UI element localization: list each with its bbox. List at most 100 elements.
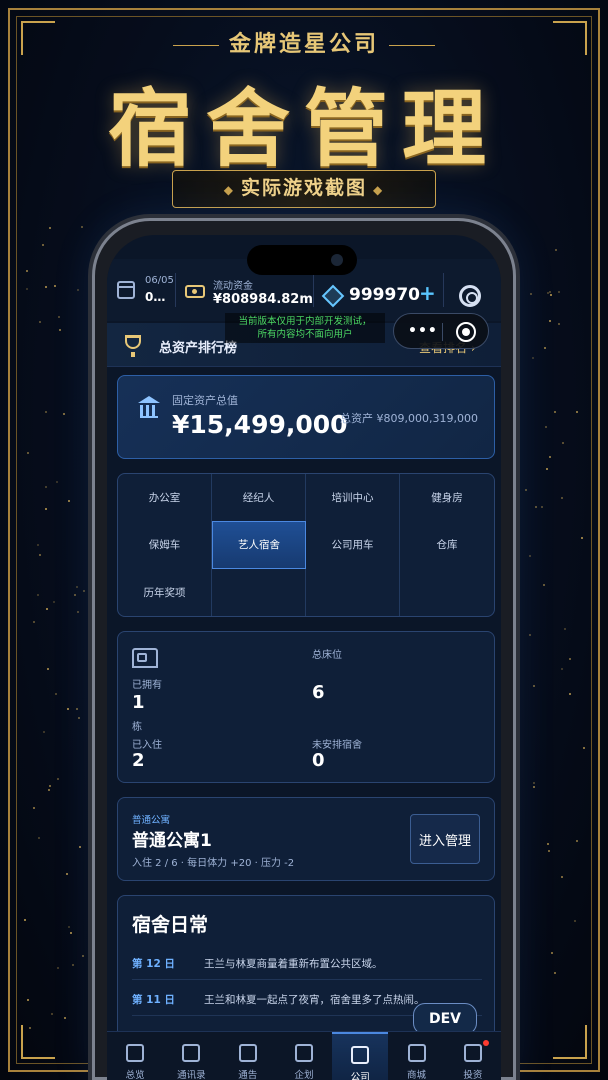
cash-value: ¥808984.82m xyxy=(213,292,313,307)
notification-dot-icon xyxy=(482,1040,489,1046)
date-subline: 0… xyxy=(145,290,166,304)
owned-value: 1 xyxy=(132,692,145,713)
phone-frame: 06/05 0… 流动资金 ¥808984.82m 999970 + 总资产排行… xyxy=(92,218,516,1080)
sparkle xyxy=(560,496,563,499)
clapper-icon xyxy=(238,1044,257,1062)
asset-summary-card: 固定资产总值 ¥15,499,000 总资产 ¥809,000,319,000 xyxy=(117,375,495,459)
capsule-divider xyxy=(442,323,443,341)
asset-category-grid: 办公室 经纪人 培训中心 健身房保姆车 艺人宿舍 公司用车 仓库历年奖项 xyxy=(117,473,495,617)
dev-notice: 当前版本仅用于内部开发测试， 所有内容均不面向用户 xyxy=(225,313,385,343)
category-cell[interactable]: 办公室 xyxy=(118,474,212,522)
category-cell[interactable]: 保姆车 xyxy=(118,521,212,569)
add-gems-button[interactable]: + xyxy=(419,281,436,305)
settings-gear-icon[interactable] xyxy=(459,285,481,307)
owned-label: 已拥有 xyxy=(132,680,162,691)
sparkle xyxy=(48,227,51,229)
camera-icon xyxy=(331,254,343,266)
sparkle xyxy=(46,668,49,671)
category-cell[interactable]: 公司用车 xyxy=(306,521,400,569)
bottom-navigation: 总览 通讯录 通告 企划 公司 商城 投资 xyxy=(107,1031,501,1080)
nav-item-6[interactable]: 投资 xyxy=(445,1032,501,1080)
sparkle xyxy=(24,918,27,921)
sparkle xyxy=(45,507,48,510)
divider xyxy=(175,273,176,307)
category-cell[interactable]: 仓库 xyxy=(400,521,494,568)
apartment-type: 普通公寓 xyxy=(132,815,171,826)
divider xyxy=(313,273,314,307)
nav-label: 企划 xyxy=(294,1070,314,1080)
enter-management-button[interactable]: 进入管理 xyxy=(410,814,480,864)
poster-title: 宿舍管理 xyxy=(107,79,500,178)
bed-icon xyxy=(132,648,158,668)
beds-label: 总床位 xyxy=(312,650,342,661)
frame-corner xyxy=(553,1025,587,1059)
app-screen: 06/05 0… 流动资金 ¥808984.82m 999970 + 总资产排行… xyxy=(107,235,501,1080)
ornament-line xyxy=(389,44,435,46)
daily-title: 宿舍日常 xyxy=(132,914,209,936)
nav-item-5[interactable]: 商城 xyxy=(388,1032,444,1080)
sparkle xyxy=(553,410,556,413)
beds-value: 6 xyxy=(312,682,325,703)
trophy-icon xyxy=(125,335,141,357)
sparkle xyxy=(528,633,531,636)
nav-item-4[interactable]: 公司 xyxy=(332,1032,389,1080)
daily-entry-text: 王兰与林夏商量着重新布置公共区域。 xyxy=(204,958,383,970)
nav-label: 通讯录 xyxy=(177,1070,206,1080)
category-cell[interactable]: 健身房 xyxy=(400,474,494,521)
nav-label: 商城 xyxy=(407,1070,427,1080)
diamond-icon: ◆ xyxy=(223,183,235,197)
grid-icon xyxy=(126,1044,145,1062)
nav-item-1[interactable]: 通讯录 xyxy=(163,1032,219,1080)
calendar-icon xyxy=(117,281,135,299)
sparkle xyxy=(568,657,571,660)
category-cell-empty xyxy=(400,569,494,616)
daily-entry-day: 第 12 日 xyxy=(132,958,175,970)
frame-corner xyxy=(21,1025,55,1059)
sparkle xyxy=(57,315,60,318)
nav-label: 总览 xyxy=(125,1070,145,1080)
contacts-icon xyxy=(182,1044,201,1062)
category-cell-empty xyxy=(212,568,306,616)
dev-notice-line: 所有内容均不面向用户 xyxy=(257,329,353,340)
poster-tag: ◆ 实际游戏截图 ◆ xyxy=(172,170,436,208)
poster-subtitle: 金牌造星公司 xyxy=(0,26,608,58)
nav-item-3[interactable]: 企划 xyxy=(276,1032,332,1080)
bag-icon xyxy=(407,1044,426,1062)
category-cell[interactable]: 艺人宿舍 xyxy=(212,521,306,569)
poster-subtitle-text: 金牌造星公司 xyxy=(228,31,379,57)
sparkle xyxy=(42,730,45,733)
diamond-gem-icon xyxy=(321,284,345,308)
nav-label: 公司 xyxy=(350,1072,370,1080)
close-target-icon[interactable] xyxy=(456,322,476,342)
fixed-assets-label: 固定资产总值 xyxy=(172,394,238,407)
sparkle xyxy=(558,322,561,325)
sparkle xyxy=(563,627,566,630)
sparkle xyxy=(534,505,537,508)
apartment-card: 普通公寓 普通公寓1 入住 2 / 6 · 每日体力 +20 · 压力 -2 进… xyxy=(117,797,495,881)
poster-tag-text: 实际游戏截图 xyxy=(240,177,367,199)
clipboard-icon xyxy=(294,1044,313,1062)
sparkle xyxy=(48,785,51,788)
ornament-line xyxy=(172,44,219,46)
cash-label: 流动资金 xyxy=(213,281,253,292)
nav-label: 通告 xyxy=(238,1070,258,1080)
more-dots-icon[interactable]: ••• xyxy=(408,324,438,338)
nav-item-2[interactable]: 通告 xyxy=(220,1032,276,1080)
apartment-name: 普通公寓1 xyxy=(132,831,212,851)
gem-count: 999970 xyxy=(349,285,420,305)
cash-icon xyxy=(185,285,205,298)
sparkle xyxy=(83,589,86,592)
category-cell[interactable]: 培训中心 xyxy=(306,474,400,522)
sparkle xyxy=(57,777,60,780)
sparkle xyxy=(71,963,74,966)
dev-notice-line: 当前版本仅用于内部开发测试， xyxy=(238,316,372,327)
sparkle xyxy=(529,554,532,557)
chart-icon xyxy=(463,1044,482,1062)
nav-label: 投资 xyxy=(463,1070,483,1080)
miniprogram-capsule: ••• xyxy=(393,313,489,349)
category-cell[interactable]: 历年奖项 xyxy=(118,568,212,616)
building-icon xyxy=(351,1046,370,1064)
divider xyxy=(443,273,444,307)
category-cell[interactable]: 经纪人 xyxy=(212,474,306,522)
nav-item-0[interactable]: 总览 xyxy=(107,1032,163,1080)
